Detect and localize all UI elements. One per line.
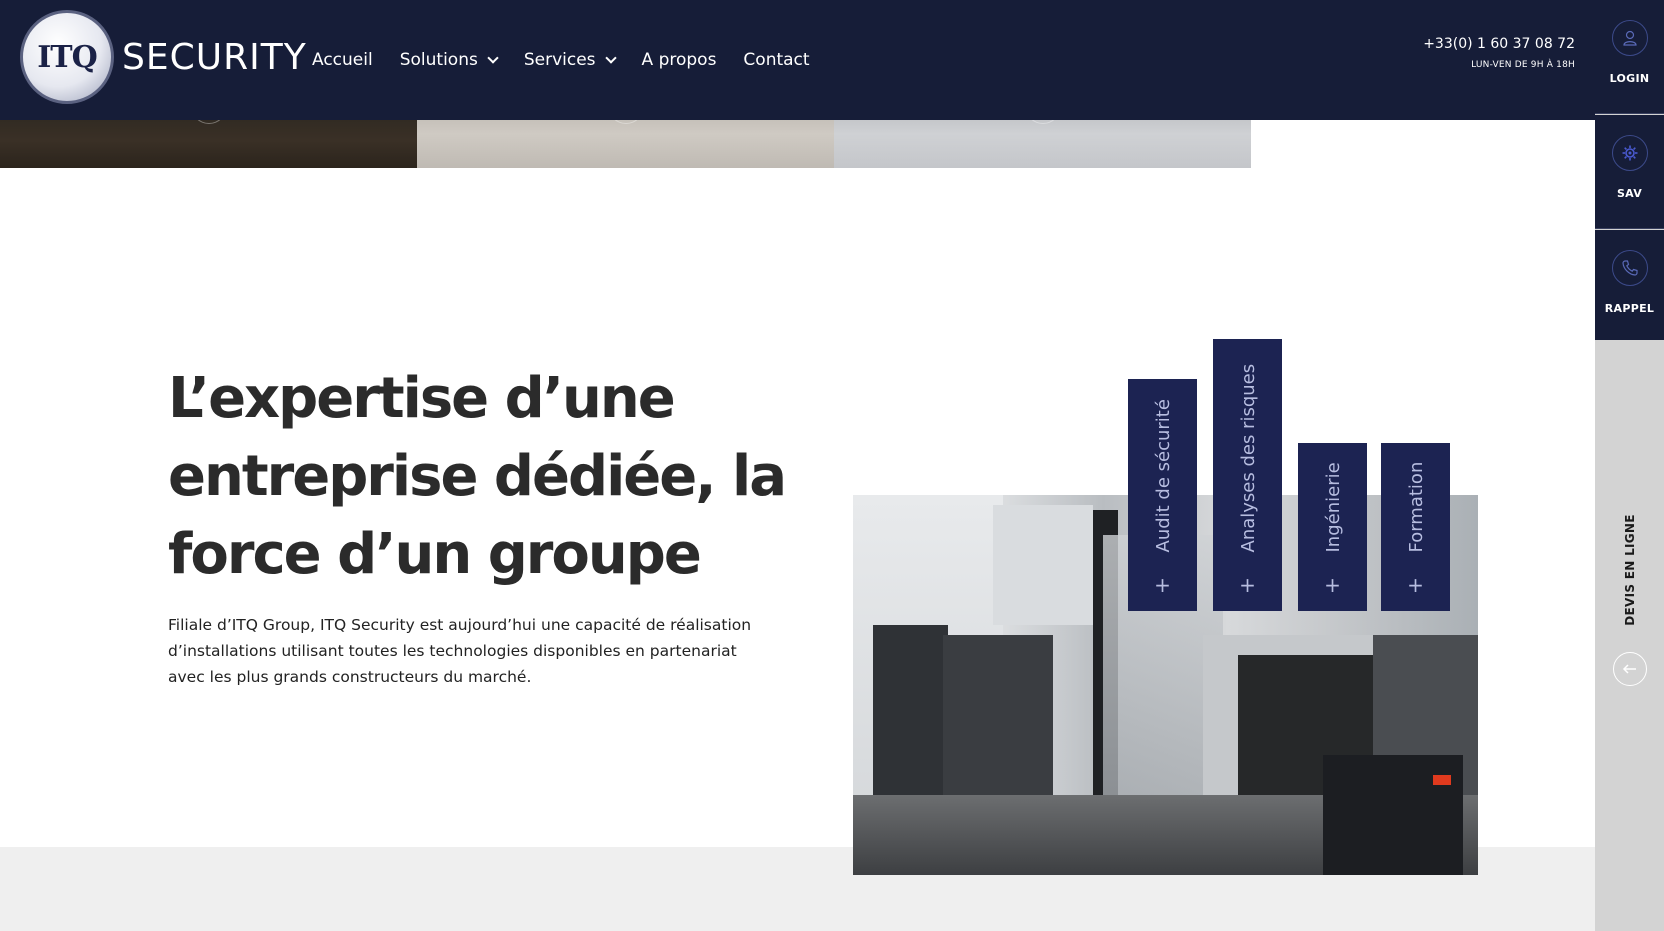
login-label: LOGIN <box>1609 72 1650 85</box>
logo-emblem: ITQ <box>20 10 114 104</box>
hero-title-line: L’expertise d’une <box>168 366 676 431</box>
tab-label: Analyses des risques <box>1237 363 1259 553</box>
hero-title-line: force d’un groupe <box>168 522 702 587</box>
nav-item-label: Contact <box>743 50 810 70</box>
nav-item-label: Solutions <box>399 50 478 70</box>
nav-item-label: Accueil <box>312 50 373 70</box>
phone-number[interactable]: +33(0) 1 60 37 08 72 <box>1423 36 1575 52</box>
nav-item-label: A propos <box>641 50 717 70</box>
plus-icon: + <box>1154 573 1171 597</box>
chevron-down-icon <box>487 52 499 64</box>
tab-label: Formation <box>1405 461 1427 553</box>
plus-icon: + <box>1407 573 1424 597</box>
hero-description: Filiale d’ITQ Group, ITQ Security est au… <box>168 616 752 686</box>
plus-icon: + <box>1239 573 1256 597</box>
devis-label: DEVIS EN LIGNE <box>1623 514 1637 626</box>
devis-panel[interactable]: DEVIS EN LIGNE <box>1595 340 1664 931</box>
tab-audit-de-securite[interactable]: Audit de sécurité + <box>1128 379 1197 611</box>
nav-item-services[interactable]: Services <box>523 50 617 70</box>
plus-icon: + <box>1324 573 1341 597</box>
arrow-left-icon[interactable] <box>1613 652 1647 686</box>
logo[interactable]: ITQ SECURITY <box>20 10 307 104</box>
nav-item-a-propos[interactable]: A propos <box>642 50 717 70</box>
logo-mark: ITQ <box>37 39 97 75</box>
rappel-label: RAPPEL <box>1604 302 1655 315</box>
user-icon <box>1611 20 1648 56</box>
site-header: ITQ SECURITY Accueil Solutions Services … <box>0 0 1595 120</box>
sav-button[interactable]: SAV <box>1595 115 1664 229</box>
main-nav: Accueil Solutions Services A propos Cont… <box>312 50 837 70</box>
login-button[interactable]: LOGIN <box>1595 0 1664 114</box>
hero-title-line: entreprise dédiée, la <box>168 444 787 509</box>
tab-analyses-des-risques[interactable]: Analyses des risques + <box>1213 339 1282 611</box>
nav-item-accueil[interactable]: Accueil <box>312 50 373 70</box>
opening-hours: LUN-VEN DE 9H À 18H <box>1471 60 1575 70</box>
nav-item-contact[interactable]: Contact <box>743 50 809 70</box>
tab-formation[interactable]: Formation + <box>1381 443 1450 611</box>
tab-label: Audit de sécurité <box>1152 399 1174 553</box>
gear-icon <box>1611 135 1648 171</box>
sav-label: SAV <box>1616 187 1643 200</box>
hero-title: L’expertise d’une entreprise dédiée, la … <box>168 360 808 594</box>
tab-ingenierie[interactable]: Ingénierie + <box>1298 443 1367 611</box>
tab-label: Ingénierie <box>1322 462 1344 553</box>
page: ITQ SECURITY Accueil Solutions Services … <box>0 0 1664 931</box>
phone-icon <box>1611 250 1648 286</box>
nav-item-solutions[interactable]: Solutions <box>399 50 499 70</box>
header-contact: +33(0) 1 60 37 08 72 LUN-VEN DE 9H À 18H <box>1423 36 1575 70</box>
logo-wordmark: SECURITY <box>122 36 307 78</box>
nav-item-label: Services <box>523 50 596 70</box>
rappel-button[interactable]: RAPPEL <box>1595 230 1664 340</box>
chevron-down-icon <box>604 52 617 64</box>
